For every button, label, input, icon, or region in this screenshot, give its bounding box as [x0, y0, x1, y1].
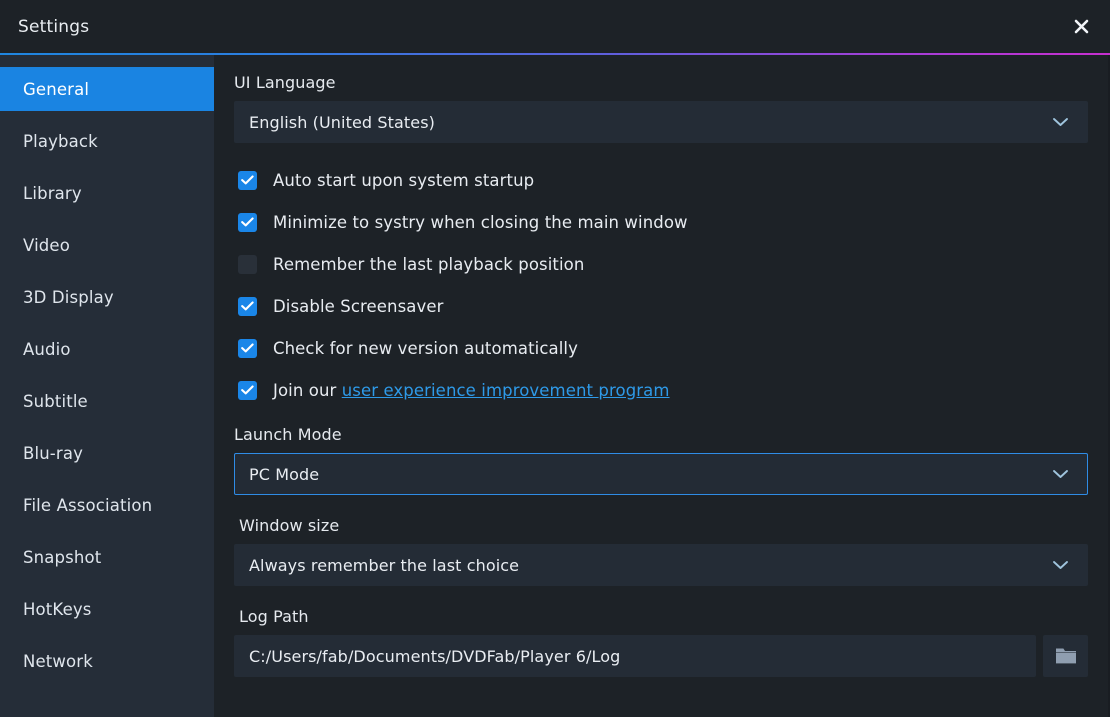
window-size-select[interactable]: Always remember the last choice: [234, 544, 1088, 586]
sidebar-item-label: Library: [23, 184, 82, 203]
browse-folder-button[interactable]: [1043, 635, 1088, 677]
checkbox-checked-icon[interactable]: [238, 381, 257, 400]
folder-icon: [1055, 647, 1077, 665]
launch-mode-value: PC Mode: [249, 465, 1052, 484]
log-path-label: Log Path: [234, 607, 1088, 626]
ui-language-group: UI Language English (United States): [234, 73, 1088, 143]
checkbox-checked-icon[interactable]: [238, 171, 257, 190]
checkbox-row-remember-playback-position[interactable]: Remember the last playback position: [234, 249, 1088, 279]
sidebar-item-general[interactable]: General: [0, 67, 214, 111]
join-program-prefix: Join our: [273, 381, 342, 400]
chevron-down-icon: [1052, 469, 1069, 479]
checkbox-label: Disable Screensaver: [273, 297, 444, 316]
log-path-input[interactable]: C:/Users/fab/Documents/DVDFab/Player 6/L…: [234, 635, 1036, 677]
checkbox-label: Check for new version automatically: [273, 339, 578, 358]
close-icon[interactable]: [1060, 6, 1102, 46]
checkbox-unchecked-icon[interactable]: [238, 255, 257, 274]
sidebar-item-subtitle[interactable]: Subtitle: [0, 379, 214, 423]
sidebar-item-label: Video: [23, 236, 70, 255]
ui-language-value: English (United States): [249, 113, 1052, 132]
sidebar-item-label: Playback: [23, 132, 98, 151]
ui-language-select[interactable]: English (United States): [234, 101, 1088, 143]
sidebar-item-label: Audio: [23, 340, 71, 359]
sidebar-item-label: Blu-ray: [23, 444, 83, 463]
checkbox-checked-icon[interactable]: [238, 213, 257, 232]
checkbox-row-disable-screensaver[interactable]: Disable Screensaver: [234, 291, 1088, 321]
join-program-text: Join our user experience improvement pro…: [273, 381, 670, 400]
sidebar-item-label: General: [23, 80, 89, 99]
sidebar-item-label: 3D Display: [23, 288, 114, 307]
ui-language-label: UI Language: [234, 73, 1088, 92]
launch-mode-group: Launch Mode PC Mode: [234, 425, 1088, 495]
checkbox-checked-icon[interactable]: [238, 339, 257, 358]
sidebar-item-network[interactable]: Network: [0, 639, 214, 683]
sidebar-item-label: File Association: [23, 496, 152, 515]
settings-sidebar: General Playback Library Video 3D Displa…: [0, 55, 214, 717]
improvement-program-link[interactable]: user experience improvement program: [342, 381, 670, 400]
window-size-label: Window size: [234, 516, 1088, 535]
window-title: Settings: [18, 17, 89, 37]
checkbox-row-join-improvement-program[interactable]: Join our user experience improvement pro…: [234, 375, 1088, 405]
sidebar-item-file-association[interactable]: File Association: [0, 483, 214, 527]
general-checkbox-list: Auto start upon system startup Minimize …: [234, 165, 1088, 405]
log-path-value: C:/Users/fab/Documents/DVDFab/Player 6/L…: [249, 647, 620, 666]
sidebar-item-library[interactable]: Library: [0, 171, 214, 215]
checkbox-checked-icon[interactable]: [238, 297, 257, 316]
checkbox-row-auto-start[interactable]: Auto start upon system startup: [234, 165, 1088, 195]
settings-window: Settings General Playback Library Video …: [0, 0, 1110, 717]
general-settings-panel: UI Language English (United States) Auto…: [214, 55, 1110, 717]
checkbox-label: Minimize to systry when closing the main…: [273, 213, 688, 232]
launch-mode-label: Launch Mode: [234, 425, 1088, 444]
checkbox-label: Auto start upon system startup: [273, 171, 534, 190]
sidebar-item-audio[interactable]: Audio: [0, 327, 214, 371]
sidebar-item-playback[interactable]: Playback: [0, 119, 214, 163]
sidebar-item-label: HotKeys: [23, 600, 92, 619]
sidebar-item-label: Snapshot: [23, 548, 101, 567]
sidebar-item-video[interactable]: Video: [0, 223, 214, 267]
checkbox-row-check-new-version[interactable]: Check for new version automatically: [234, 333, 1088, 363]
window-size-group: Window size Always remember the last cho…: [234, 516, 1088, 586]
checkbox-label: Remember the last playback position: [273, 255, 584, 274]
title-bar: Settings: [0, 0, 1110, 53]
chevron-down-icon: [1052, 560, 1069, 570]
sidebar-item-blu-ray[interactable]: Blu-ray: [0, 431, 214, 475]
sidebar-item-snapshot[interactable]: Snapshot: [0, 535, 214, 579]
sidebar-item-3d-display[interactable]: 3D Display: [0, 275, 214, 319]
dialog-body: General Playback Library Video 3D Displa…: [0, 55, 1110, 717]
sidebar-item-label: Subtitle: [23, 392, 88, 411]
launch-mode-select[interactable]: PC Mode: [234, 453, 1088, 495]
sidebar-item-label: Network: [23, 652, 93, 671]
checkbox-row-minimize-to-tray[interactable]: Minimize to systry when closing the main…: [234, 207, 1088, 237]
log-path-group: Log Path C:/Users/fab/Documents/DVDFab/P…: [234, 607, 1088, 677]
sidebar-item-hotkeys[interactable]: HotKeys: [0, 587, 214, 631]
chevron-down-icon: [1052, 117, 1069, 127]
window-size-value: Always remember the last choice: [249, 556, 1052, 575]
log-path-row: C:/Users/fab/Documents/DVDFab/Player 6/L…: [234, 635, 1088, 677]
